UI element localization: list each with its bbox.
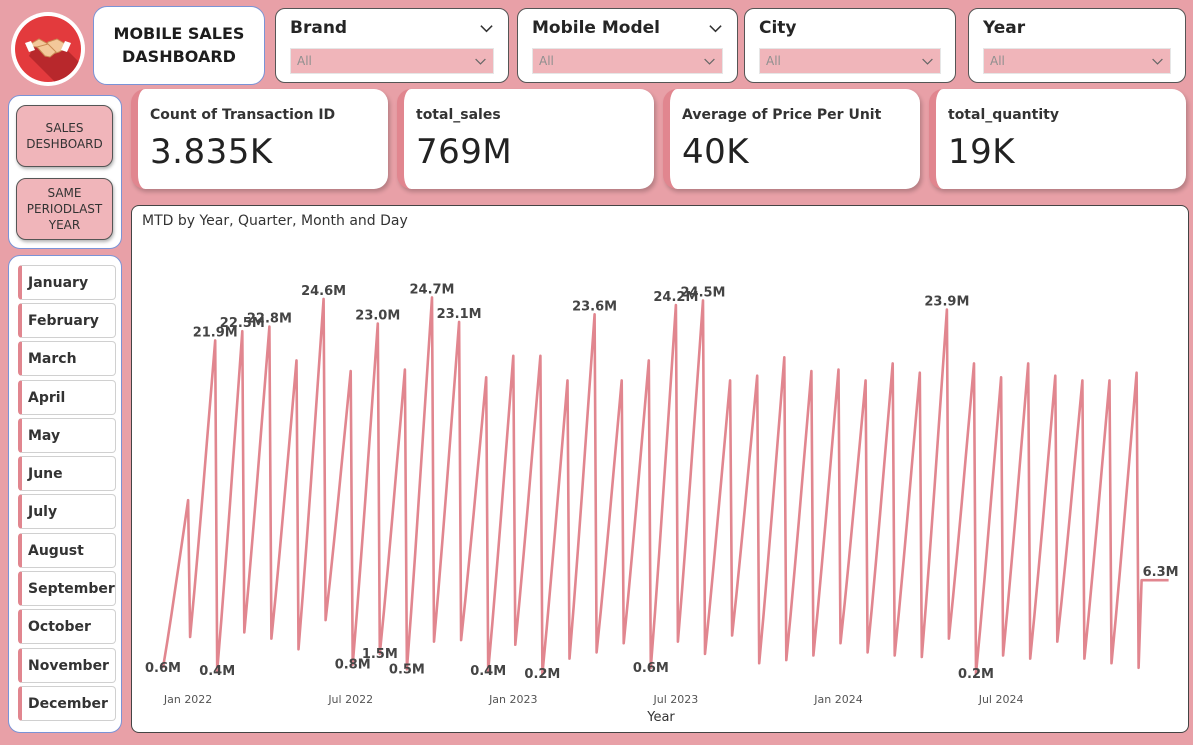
kpi-label: Count of Transaction ID: [150, 107, 336, 123]
data-label: 24.5M: [680, 285, 725, 300]
chart-plot-area: 0.6M21.9M22.5M0.4M22.8M24.6M23.0M0.8M1.5…: [145, 282, 1179, 725]
city-slicer[interactable]: City All: [744, 8, 956, 83]
kpi-card-avg-price: Average of Price Per Unit 40K: [663, 89, 920, 189]
slicer-value: All: [766, 54, 781, 68]
nav-label-line: YEAR: [48, 218, 81, 233]
sales-dashboard-button[interactable]: SALES DESHBOARD: [16, 105, 113, 167]
kpi-value: 40K: [682, 132, 750, 172]
kpi-card-total-quantity: total_quantity 19K: [929, 89, 1186, 189]
month-button-august[interactable]: August: [18, 533, 116, 568]
data-label: 24.6M: [301, 284, 346, 299]
dashboard-title: MOBILE SALES DASHBOARD: [93, 6, 265, 85]
kpi-value: 3.835K: [150, 132, 273, 172]
x-tick-label: Jul 2023: [653, 693, 699, 706]
slicer-value: All: [990, 54, 1005, 68]
data-label: 0.5M: [389, 662, 425, 677]
x-axis-title: Year: [646, 710, 675, 725]
brand-dropdown[interactable]: All: [290, 48, 494, 74]
title-line-2: DASHBOARD: [122, 46, 236, 66]
x-tick-label: Jan 2023: [488, 693, 537, 706]
slicer-label: Mobile Model: [532, 18, 660, 38]
month-button-june[interactable]: June: [18, 456, 116, 491]
kpi-card-transactions: Count of Transaction ID 3.835K: [131, 89, 388, 189]
kpi-value: 769M: [416, 132, 513, 172]
data-label: 22.8M: [247, 312, 292, 327]
data-label: 0.6M: [145, 661, 181, 676]
month-slicer: January February March April May June Ju…: [8, 255, 122, 733]
series-line[interactable]: [161, 296, 1169, 676]
slicer-value: All: [539, 54, 554, 68]
mobile-model-dropdown[interactable]: All: [532, 48, 723, 74]
chevron-down-icon: [704, 58, 715, 65]
data-label: 0.2M: [958, 667, 994, 682]
data-label: 0.6M: [633, 661, 669, 676]
chevron-down-icon: [475, 58, 486, 65]
month-button-july[interactable]: July: [18, 494, 116, 529]
page-navigation: SALES DESHBOARD SAME PERIODLAST YEAR: [8, 95, 122, 249]
chevron-down-icon[interactable]: [479, 21, 494, 36]
mobile-model-slicer[interactable]: Mobile Model All: [517, 8, 738, 83]
data-label: 23.1M: [437, 307, 482, 322]
nav-label-line: PERIODLAST: [26, 201, 103, 216]
chevron-down-icon: [922, 58, 933, 65]
data-label: 0.4M: [470, 664, 506, 679]
data-label: 24.7M: [409, 282, 454, 297]
title-line-1: MOBILE SALES: [113, 24, 245, 44]
year-dropdown[interactable]: All: [983, 48, 1171, 74]
month-button-december[interactable]: December: [18, 686, 116, 721]
city-dropdown[interactable]: All: [759, 48, 941, 74]
slicer-value: All: [297, 54, 312, 68]
data-label: 23.9M: [924, 295, 969, 310]
nav-label-line: SAME: [47, 185, 82, 200]
kpi-label: Average of Price Per Unit: [682, 107, 882, 123]
year-slicer[interactable]: Year All: [968, 8, 1186, 83]
month-button-february[interactable]: February: [18, 303, 116, 338]
logo: [11, 12, 85, 86]
data-label: 0.2M: [524, 667, 560, 682]
mtd-line-chart[interactable]: MTD by Year, Quarter, Month and Day 0.6M…: [131, 205, 1189, 733]
data-label: 23.0M: [355, 309, 400, 324]
month-button-may[interactable]: May: [18, 418, 116, 453]
x-tick-label: Jan 2022: [163, 693, 212, 706]
slicer-label: Brand: [290, 18, 348, 38]
handshake-icon: [15, 16, 81, 82]
month-button-march[interactable]: March: [18, 341, 116, 376]
kpi-value: 19K: [948, 132, 1016, 172]
brand-slicer[interactable]: Brand All: [275, 8, 509, 83]
kpi-label: total_quantity: [948, 107, 1059, 123]
x-tick-label: Jul 2022: [327, 693, 373, 706]
slicer-label: Year: [983, 18, 1026, 38]
month-button-april[interactable]: April: [18, 380, 116, 415]
data-label: 0.4M: [199, 664, 235, 679]
same-period-last-year-button[interactable]: SAME PERIODLAST YEAR: [16, 178, 113, 240]
kpi-card-total-sales: total_sales 769M: [397, 89, 654, 189]
chevron-down-icon: [1152, 58, 1163, 65]
sales-dashboard-label: SALES DESHBOARD: [26, 120, 103, 151]
kpi-label: total_sales: [416, 107, 501, 123]
data-label: 23.6M: [572, 299, 617, 314]
chevron-down-icon[interactable]: [708, 21, 723, 36]
month-button-october[interactable]: October: [18, 609, 116, 644]
slicer-label: City: [759, 18, 797, 38]
data-label: 6.3M: [1143, 565, 1179, 580]
month-button-january[interactable]: January: [18, 265, 116, 300]
x-tick-label: Jul 2024: [978, 693, 1024, 706]
month-button-november[interactable]: November: [18, 648, 116, 683]
data-label: 1.5M: [362, 647, 398, 662]
x-tick-label: Jan 2024: [813, 693, 862, 706]
month-button-september[interactable]: September: [18, 571, 116, 606]
